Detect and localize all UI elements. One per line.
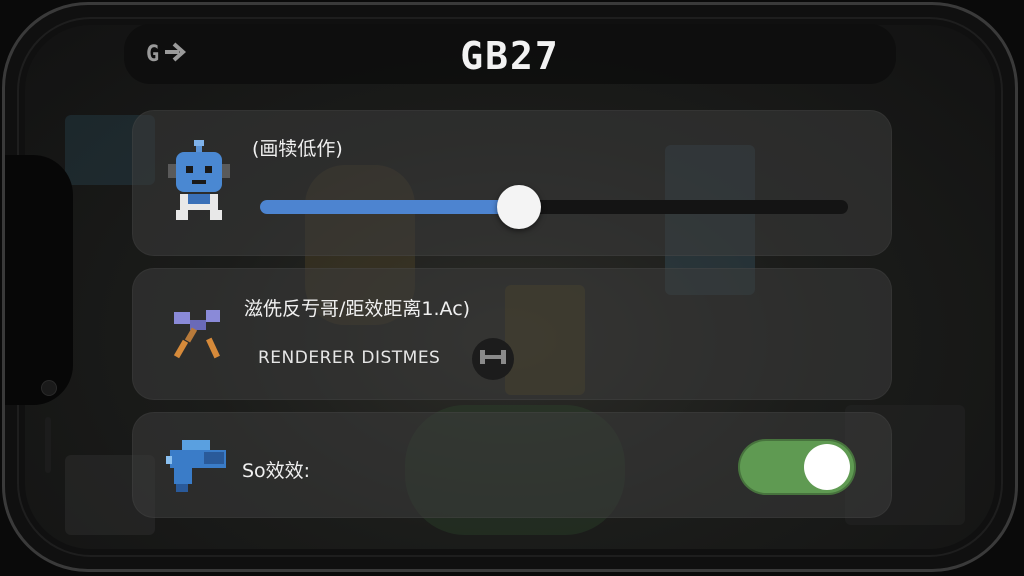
quality-label: (画犊低作) xyxy=(252,138,343,160)
crossed-tools-icon xyxy=(170,306,226,366)
setting-card-sound-effects: So效效: xyxy=(132,412,892,518)
title-bar: G GB27 xyxy=(124,24,896,84)
renderer-distance-value: RENDERER DISTMES xyxy=(258,348,441,368)
device-notch xyxy=(5,155,73,473)
slider-thumb[interactable] xyxy=(497,185,541,229)
camera-dot xyxy=(41,380,57,396)
renderer-distance-button[interactable] xyxy=(472,338,514,380)
sound-effects-toggle[interactable] xyxy=(738,439,856,495)
sound-effects-label: So效效: xyxy=(242,460,311,482)
setting-card-quality: (画犊低作) xyxy=(132,110,892,256)
setting-card-render-distance: 滋侁反亐哥/距效距离1.Ac) RENDERER DISTMES xyxy=(132,268,892,400)
page-title: GB27 xyxy=(460,34,560,78)
render-distance-label: 滋侁反亐哥/距效距离1.Ac) xyxy=(244,298,471,320)
speaker-slot xyxy=(45,417,51,473)
toggle-knob xyxy=(804,444,850,490)
quality-slider[interactable] xyxy=(260,185,848,229)
dumbbell-icon xyxy=(479,348,507,370)
robot-face-icon xyxy=(166,140,232,228)
blaster-icon xyxy=(164,438,230,500)
slider-fill xyxy=(260,200,519,214)
